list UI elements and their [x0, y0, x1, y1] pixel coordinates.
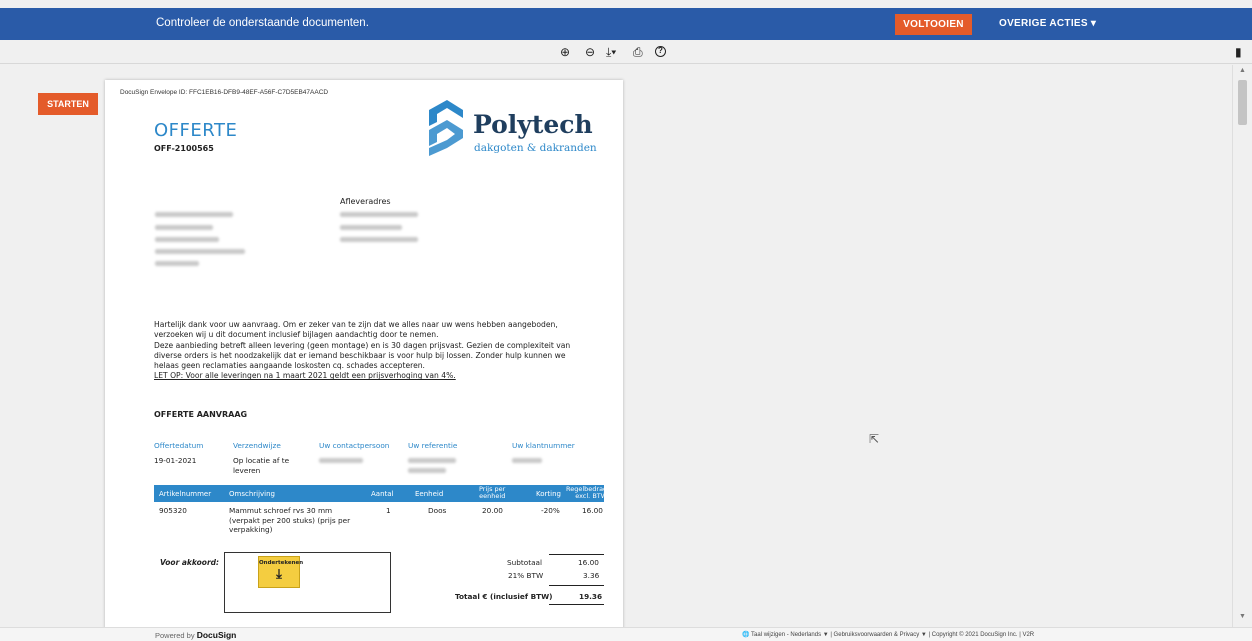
cell-line-total: 16.00: [582, 506, 603, 515]
offer-date: 19-01-2021: [154, 456, 197, 465]
help-icon[interactable]: ?: [655, 46, 666, 57]
column-header: Omschrijving: [229, 490, 275, 498]
download-icon[interactable]: ⤓▾: [606, 44, 616, 60]
info-header: Uw referentie: [408, 441, 458, 450]
intro-line: verzoeken wij u dit document inclusief b…: [154, 330, 439, 340]
description-line: (verpakt per 200 stuks) (prijs per: [229, 515, 351, 525]
scroll-up-icon[interactable]: ▲: [1239, 67, 1246, 74]
shipping-line: Op locatie af te: [233, 456, 290, 465]
document-page: DocuSign Envelope ID: FFC1EB16-DFB9-48EF…: [105, 80, 623, 627]
docusign-logo: DocuSign: [196, 630, 237, 640]
brand-tagline: dakgoten & dakranden: [474, 142, 597, 154]
powered-by-label: Powered by: [155, 631, 195, 640]
signature-box: Ondertekenen ⤓: [224, 552, 391, 613]
vat-label: 21% BTW: [508, 571, 544, 580]
top-bar: Controleer de onderstaande documenten. V…: [0, 8, 1252, 40]
column-header: Korting: [536, 490, 561, 498]
intro-text: Hartelijk dank voor uw aanvraag. Om er z…: [154, 320, 594, 382]
document-title: OFFERTE: [154, 120, 238, 141]
scroll-thumb[interactable]: [1238, 80, 1247, 125]
cell-unit: Doos: [428, 506, 447, 515]
column-header: Prijs per eenheid: [479, 486, 505, 500]
footer: Powered by DocuSign 🌐 Taal wijzigen - Ne…: [0, 627, 1252, 641]
download-arrow-icon: ⤓: [276, 567, 282, 582]
brand-name: Polytech: [473, 110, 593, 139]
column-header-line: excl. BTW: [575, 492, 608, 500]
price-increase-note: LET OP: Voor alle leveringen na 1 maart …: [154, 371, 456, 381]
column-header: Artikelnummer: [159, 490, 212, 498]
cell-article: 905320: [159, 506, 187, 515]
reference: [408, 468, 446, 473]
column-header: Eenheid: [415, 490, 444, 498]
reference: [408, 458, 456, 463]
delivery-address-heading: Afleveradres: [340, 197, 391, 206]
envelope-id: DocuSign Envelope ID: FFC1EB16-DFB9-48EF…: [120, 89, 329, 96]
divider: [549, 585, 604, 586]
company-logo: Polytech dakgoten & dakranden: [425, 98, 605, 158]
info-header: Verzendwijze: [233, 441, 281, 450]
table-header: Artikelnummer Omschrijving Aantal Eenhei…: [154, 485, 607, 502]
instruction-message: Controleer de onderstaande documenten.: [156, 17, 369, 29]
intro-line: helaas geen reclamaties aangaande loskos…: [154, 361, 425, 371]
subtotal-value: 16.00: [578, 558, 599, 567]
cell-discount: -20%: [541, 506, 560, 515]
sign-here-tab[interactable]: Ondertekenen ⤓: [258, 556, 304, 588]
description-line: Mammut schroef rvs 30 mm: [229, 506, 333, 515]
other-actions-menu[interactable]: OVERIGE ACTIES ▾: [999, 18, 1096, 29]
zoom-in-icon[interactable]: ⊕: [560, 44, 570, 60]
info-header: Uw contactpersoon: [319, 441, 390, 450]
print-icon[interactable]: ⎙: [633, 44, 643, 60]
polytech-logo-icon: [429, 100, 463, 156]
powered-by: Powered by DocuSign: [155, 630, 236, 640]
subtotal-label: Subtotaal: [507, 558, 543, 567]
info-header: Uw klantnummer: [512, 441, 575, 450]
cell-description: Mammut schroef rvs 30 mm (verpakt per 20…: [229, 506, 350, 535]
table-row: 905320 Mammut schroef rvs 30 mm (verpakt…: [154, 502, 604, 542]
intro-line: Hartelijk dank voor uw aanvraag. Om er z…: [154, 320, 558, 329]
document-viewer: STARTEN DocuSign Envelope ID: FFC1EB16-D…: [8, 65, 1240, 627]
scroll-down-icon[interactable]: ▼: [1239, 613, 1246, 620]
description-line: verpakking): [229, 525, 273, 534]
vat-value: 3.36: [583, 571, 600, 580]
cell-qty: 1: [386, 506, 391, 515]
sign-tab-label: Ondertekenen: [259, 560, 304, 566]
intro-line: diverse orders is het noodzakelijk dat e…: [154, 350, 566, 360]
mouse-cursor-icon: ⇱: [869, 432, 880, 446]
document-toolbar: ⊕ ⊖ ⤓▾ ⎙ ? ▮: [0, 40, 1252, 64]
info-header: Offertedatum: [154, 441, 204, 450]
approval-label: Voor akkoord:: [160, 558, 220, 567]
customer-number: [512, 458, 542, 463]
total-label: Totaal € (inclusief BTW): [455, 592, 553, 601]
divider: [549, 554, 604, 555]
quote-number: OFF-2100565: [154, 144, 214, 153]
finish-button[interactable]: VOLTOOIEN: [895, 14, 972, 35]
divider: [549, 604, 604, 605]
start-button[interactable]: STARTEN: [38, 93, 98, 115]
total-value: 19.36: [579, 592, 603, 601]
column-header-line: eenheid: [479, 492, 506, 500]
section-title: OFFERTE AANVRAAG: [154, 410, 248, 419]
article-table: Artikelnummer Omschrijving Aantal Eenhei…: [154, 485, 607, 542]
zoom-out-icon[interactable]: ⊖: [585, 44, 595, 60]
shipping-line: leveren: [233, 465, 261, 475]
shipping-method: Op locatie af te leveren: [233, 456, 289, 475]
column-header: Aantal: [371, 490, 394, 498]
contact-person: [319, 458, 363, 463]
column-header: Regelbedrag excl. BTW: [566, 486, 607, 500]
document-panel-icon[interactable]: ▮: [1235, 44, 1242, 60]
cell-price: 20.00: [482, 506, 503, 515]
intro-line: Deze aanbieding betreft alleen levering …: [154, 340, 571, 350]
vertical-scrollbar[interactable]: ▲ ▼: [1232, 65, 1252, 627]
footer-links[interactable]: 🌐 Taal wijzigen - Nederlands ▼ | Gebruik…: [742, 631, 1034, 638]
